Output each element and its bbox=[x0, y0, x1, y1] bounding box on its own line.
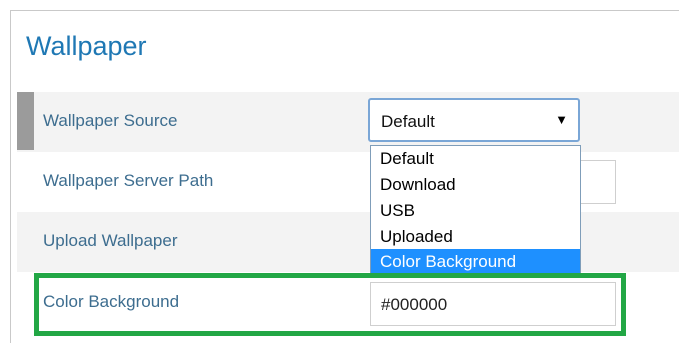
dropdown-option-download[interactable]: Download bbox=[371, 172, 580, 198]
dropdown-option-color-background[interactable]: Color Background bbox=[371, 249, 580, 275]
wallpaper-server-path-label: Wallpaper Server Path bbox=[43, 171, 214, 190]
wallpaper-source-select[interactable]: Default ▼ bbox=[368, 98, 580, 142]
wallpaper-source-dropdown: Default Download USB Uploaded Color Back… bbox=[370, 145, 581, 275]
caret-down-icon: ▼ bbox=[555, 112, 568, 127]
upload-wallpaper-label: Upload Wallpaper bbox=[43, 231, 178, 250]
dropdown-option-usb[interactable]: USB bbox=[371, 198, 580, 224]
wallpaper-source-value: Default bbox=[381, 112, 435, 131]
dropdown-option-uploaded[interactable]: Uploaded bbox=[371, 224, 580, 250]
highlight-box bbox=[34, 273, 626, 336]
active-row-indicator bbox=[17, 92, 34, 150]
wallpaper-source-label: Wallpaper Source bbox=[43, 111, 178, 130]
dropdown-option-default[interactable]: Default bbox=[371, 146, 580, 172]
section-title: Wallpaper bbox=[26, 31, 147, 61]
